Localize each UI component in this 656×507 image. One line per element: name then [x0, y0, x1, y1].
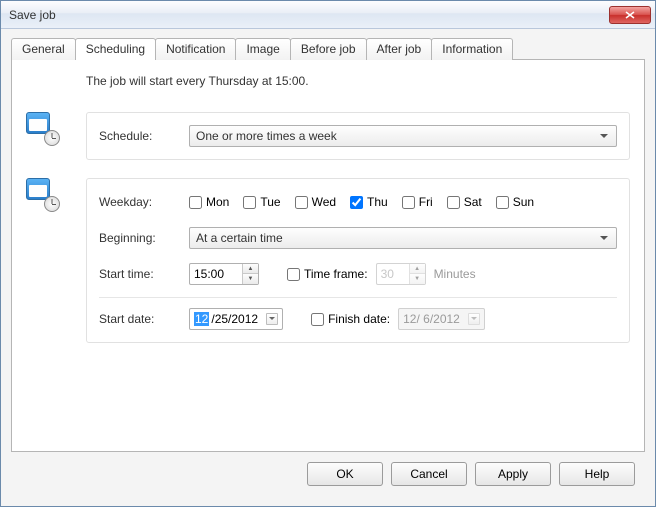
- divider: [99, 297, 617, 298]
- close-icon: [625, 11, 635, 19]
- checkbox-tue[interactable]: [243, 196, 256, 209]
- checkbox-wed[interactable]: [295, 196, 308, 209]
- weekday-mon[interactable]: Mon: [189, 195, 229, 209]
- schedule-combo-value: One or more times a week: [196, 129, 337, 143]
- tab-image[interactable]: Image: [235, 38, 290, 60]
- start-time-input[interactable]: [190, 267, 242, 281]
- checkbox-sat[interactable]: [447, 196, 460, 209]
- spin-down-icon[interactable]: ▼: [243, 274, 258, 284]
- start-date-rest[interactable]: /25/2012: [211, 312, 258, 326]
- weekday-fri[interactable]: Fri: [402, 195, 433, 209]
- checkbox-time-frame[interactable]: [287, 268, 300, 281]
- close-button[interactable]: [609, 6, 651, 24]
- weekday-tue[interactable]: Tue: [243, 195, 280, 209]
- spin-up-icon: ▲: [410, 264, 425, 274]
- start-date-label: Start date:: [99, 312, 189, 326]
- tab-scheduling[interactable]: Scheduling: [75, 38, 156, 60]
- beginning-label: Beginning:: [99, 231, 189, 245]
- weekday-wed[interactable]: Wed: [295, 195, 336, 209]
- beginning-combo[interactable]: At a certain time: [189, 227, 617, 249]
- finish-date-value: 12/ 6/2012: [403, 312, 460, 326]
- titlebar: Save job: [1, 1, 655, 29]
- calendar-clock-icon: [26, 178, 58, 210]
- apply-button[interactable]: Apply: [475, 462, 551, 486]
- schedule-section: Schedule: One or more times a week: [26, 112, 630, 160]
- dialog-footer: OK Cancel Apply Help: [11, 452, 645, 496]
- dialog-content: General Scheduling Notification Image Be…: [1, 29, 655, 506]
- tab-pane-scheduling: The job will start every Thursday at 15:…: [11, 59, 645, 452]
- chevron-down-icon: [596, 230, 612, 246]
- weekday-sun[interactable]: Sun: [496, 195, 534, 209]
- spin-up-icon[interactable]: ▲: [243, 264, 258, 274]
- time-frame-unit: Minutes: [434, 267, 476, 281]
- checkbox-finish-date[interactable]: [311, 313, 324, 326]
- checkbox-fri[interactable]: [402, 196, 415, 209]
- tab-information[interactable]: Information: [431, 38, 513, 60]
- chevron-down-icon: [596, 128, 612, 144]
- finish-date-check[interactable]: Finish date:: [311, 312, 390, 326]
- checkbox-sun[interactable]: [496, 196, 509, 209]
- beginning-combo-value: At a certain time: [196, 231, 283, 245]
- cancel-button[interactable]: Cancel: [391, 462, 467, 486]
- weekday-label: Weekday:: [99, 195, 189, 209]
- date-dropdown-icon: [468, 313, 480, 325]
- start-date-picker[interactable]: 12/25/2012: [189, 308, 283, 330]
- weekday-thu[interactable]: Thu: [350, 195, 388, 209]
- tab-before-job[interactable]: Before job: [290, 38, 367, 60]
- schedule-summary: The job will start every Thursday at 15:…: [86, 74, 630, 88]
- weekday-sat[interactable]: Sat: [447, 195, 482, 209]
- checkbox-mon[interactable]: [189, 196, 202, 209]
- start-date-month-selected[interactable]: 12: [194, 312, 209, 326]
- ok-button[interactable]: OK: [307, 462, 383, 486]
- weekday-checks: Mon Tue Wed Thu Fri Sat Sun: [189, 195, 534, 209]
- time-frame-minutes-spinner: ▲ ▼: [376, 263, 426, 285]
- finish-date-picker: 12/ 6/2012: [398, 308, 485, 330]
- tabstrip: General Scheduling Notification Image Be…: [11, 38, 645, 60]
- help-button[interactable]: Help: [559, 462, 635, 486]
- window-title: Save job: [9, 8, 609, 22]
- checkbox-thu[interactable]: [350, 196, 363, 209]
- start-time-spinner[interactable]: ▲ ▼: [189, 263, 259, 285]
- spin-down-icon: ▼: [410, 274, 425, 284]
- schedule-label: Schedule:: [99, 129, 189, 143]
- calendar-clock-icon: [26, 112, 58, 144]
- tab-notification[interactable]: Notification: [155, 38, 236, 60]
- save-job-dialog: Save job General Scheduling Notification…: [0, 0, 656, 507]
- time-frame-check[interactable]: Time frame:: [287, 267, 368, 281]
- timing-section: Weekday: Mon Tue Wed Thu Fri Sat Sun Beg…: [26, 178, 630, 343]
- start-time-label: Start time:: [99, 267, 189, 281]
- tab-general[interactable]: General: [11, 38, 76, 60]
- date-dropdown-icon[interactable]: [266, 313, 278, 325]
- schedule-combo[interactable]: One or more times a week: [189, 125, 617, 147]
- time-frame-minutes-input: [377, 267, 409, 281]
- tab-after-job[interactable]: After job: [366, 38, 433, 60]
